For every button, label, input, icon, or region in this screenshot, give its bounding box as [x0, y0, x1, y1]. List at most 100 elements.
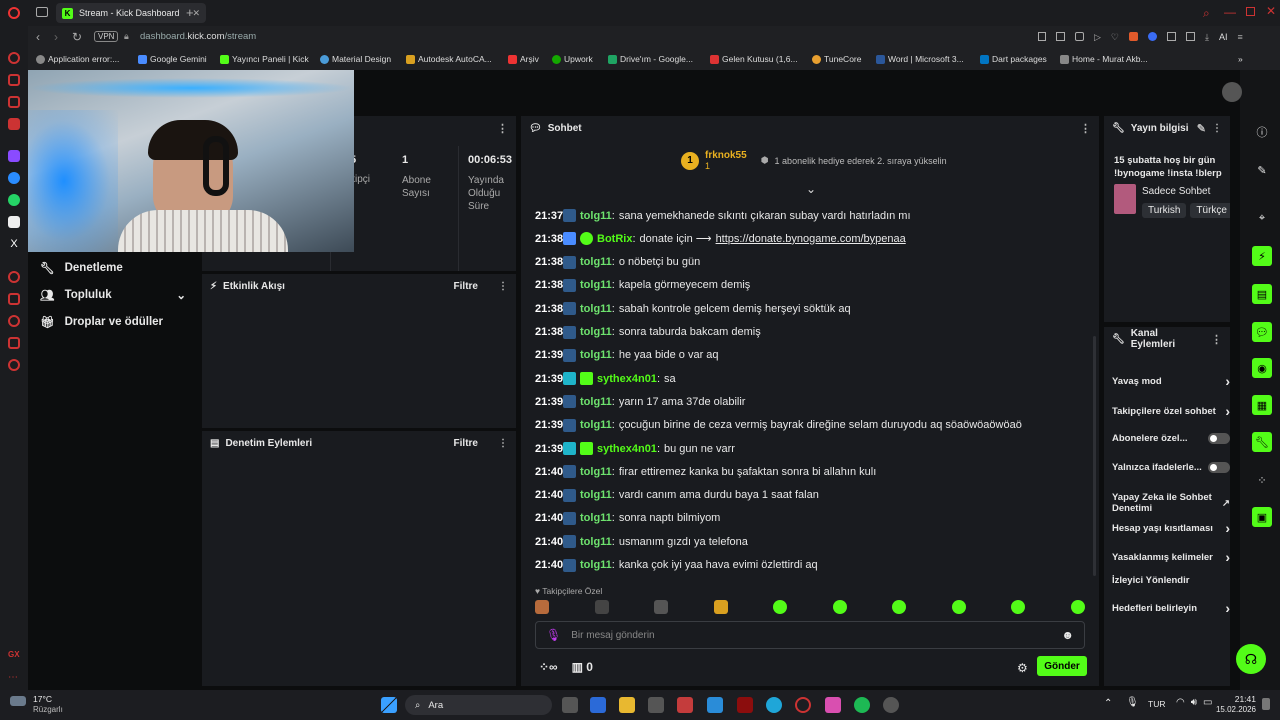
info-icon[interactable]: ⓘ — [1252, 122, 1272, 142]
channel-action-item[interactable]: Hesap yaşı kısıtlaması › — [1112, 520, 1230, 536]
emote[interactable] — [594, 600, 609, 614]
channel-action-item[interactable]: Yalnızca ifadelerle... — [1112, 462, 1230, 473]
nav-topluluk[interactable]: 👥︎ Topluluk ⌄ — [40, 288, 186, 302]
channel-action-item[interactable]: Yavaş mod › — [1112, 373, 1230, 389]
message-username[interactable]: BotRix — [597, 233, 632, 245]
copilot-icon[interactable] — [825, 697, 841, 713]
bookmark-item[interactable]: Drive'ım - Google... — [608, 54, 693, 64]
tab-stream-kick[interactable]: K Stream - Kick Dashboard ✕ — [56, 3, 206, 23]
support-button[interactable]: ☊ — [1236, 644, 1266, 674]
channel-action-item[interactable]: Yapay Zeka ile Sohbet Denetimi ↗ — [1112, 492, 1230, 514]
emote[interactable] — [832, 600, 847, 614]
wrench-icon[interactable]: 🔧︎ — [1252, 432, 1272, 452]
sidebar-app-icon[interactable] — [8, 271, 20, 283]
channel-action-item[interactable]: Abonelere özel... — [1112, 433, 1230, 444]
messenger-icon[interactable] — [8, 172, 20, 184]
more-options-icon[interactable]: ⋮ — [1212, 123, 1222, 134]
url-field[interactable]: dashboard.kick.com/stream — [140, 31, 256, 42]
users-icon[interactable]: ⁘ — [1252, 470, 1272, 490]
whatsapp-icon[interactable] — [8, 194, 20, 206]
tag-chip[interactable]: Turkish — [1142, 203, 1187, 218]
nav-droplar[interactable]: 🎁︎ Droplar ve ödüller — [40, 315, 163, 329]
message-username[interactable]: tolg11 — [580, 303, 612, 315]
chat-icon[interactable]: 💬︎ — [1252, 322, 1272, 342]
bookmarks-overflow-icon[interactable]: » — [1238, 54, 1243, 64]
toggle-switch[interactable] — [1208, 433, 1230, 444]
bookmark-item[interactable]: TuneCore — [812, 54, 861, 64]
bookmark-item[interactable]: Dart packages — [980, 54, 1047, 64]
filter-button[interactable]: Filtre — [454, 281, 478, 292]
webcam-overlay[interactable] — [28, 70, 354, 252]
emote[interactable] — [654, 600, 669, 614]
scrollbar[interactable] — [1093, 336, 1096, 576]
users-infinity-icon[interactable]: ⁘∞ — [539, 660, 558, 674]
points-display[interactable]: ▥ 0 — [572, 660, 593, 674]
sidebar-app-icon[interactable] — [8, 52, 20, 64]
history-icon[interactable] — [8, 315, 20, 327]
bookmark-item[interactable]: Arşiv — [508, 54, 539, 64]
menu-icon[interactable]: ≡ — [1238, 32, 1243, 43]
more-options-icon[interactable]: ⋮ — [1080, 122, 1091, 135]
pinned-gift-banner[interactable]: 1 frknok55 1 ⬢ 1 abonelik hediye ederek 2… — [681, 150, 947, 171]
app-icon[interactable] — [648, 697, 664, 713]
more-options-icon[interactable]: ⋮ — [1211, 333, 1222, 346]
emoji-icon[interactable]: ☻ — [1061, 628, 1074, 642]
app-icon[interactable] — [677, 697, 693, 713]
message-username[interactable]: tolg11 — [580, 536, 612, 548]
vscode-icon[interactable] — [707, 697, 723, 713]
weather-temp[interactable]: 17°C — [33, 694, 52, 704]
minimize-icon[interactable]: — — [1224, 5, 1236, 19]
channel-action-item[interactable]: İzleyici Yönlendir — [1112, 575, 1230, 586]
gx-icon[interactable]: GX — [8, 650, 20, 662]
bookmark-item[interactable]: Yayıncı Paneli | Kick — [220, 54, 309, 64]
system-tray[interactable]: ◠ 🔊︎ ▭ — [1176, 697, 1213, 708]
cube-icon[interactable] — [1186, 32, 1195, 41]
lightning-icon[interactable]: ⚡︎ — [1252, 246, 1272, 266]
download-icon[interactable]: ⤓ — [1205, 32, 1209, 43]
emote[interactable] — [1070, 600, 1085, 614]
message-username[interactable]: tolg11 — [580, 349, 612, 361]
extension-icon[interactable] — [1129, 32, 1138, 41]
bookmark-item[interactable]: Upwork — [552, 54, 593, 64]
puzzle-icon[interactable] — [1167, 32, 1176, 41]
extension-icon[interactable] — [1148, 32, 1157, 41]
vpn-badge[interactable]: VPN — [94, 31, 119, 42]
bookmark-item[interactable]: Gelen Kutusu (1,6... — [710, 54, 798, 64]
back-icon[interactable]: ‹ — [36, 30, 40, 44]
edge-icon[interactable] — [766, 697, 782, 713]
edit-icon[interactable]: ✎ — [1252, 160, 1272, 180]
app-icon[interactable] — [737, 697, 753, 713]
toggle-switch[interactable] — [1208, 462, 1230, 473]
emote[interactable] — [892, 600, 907, 614]
game-icon[interactable]: ▣ — [1252, 507, 1272, 527]
search-icon[interactable]: ⌕ — [1203, 6, 1210, 21]
message-link[interactable]: https://donate.bynogame.com/bypenaa — [716, 233, 906, 245]
channel-action-item[interactable]: Hedefleri belirleyin › — [1112, 600, 1230, 616]
task-view-icon[interactable] — [562, 697, 578, 713]
language-indicator[interactable]: TUR — [1148, 699, 1165, 709]
maximize-icon[interactable] — [1246, 7, 1255, 16]
category-name[interactable]: Sadece Sohbet — [1142, 186, 1210, 197]
message-username[interactable]: sythex4n01 — [597, 443, 657, 455]
more-options-icon[interactable]: ⋮ — [498, 438, 508, 449]
tiktok-icon[interactable] — [8, 216, 20, 228]
snapshot-icon[interactable] — [1056, 32, 1065, 41]
send-button[interactable]: Gönder — [1037, 656, 1087, 676]
broadcast-icon[interactable]: ◉ — [1252, 358, 1272, 378]
more-icon[interactable]: ⋯ — [8, 672, 20, 684]
app-icon[interactable] — [590, 697, 606, 713]
spotify-icon[interactable] — [854, 697, 870, 713]
microphone-icon[interactable]: 🎙︎ — [546, 628, 561, 642]
emote[interactable] — [713, 600, 728, 614]
message-username[interactable]: tolg11 — [580, 559, 612, 571]
notification-icon[interactable] — [1262, 698, 1270, 710]
more-options-icon[interactable]: ⋮ — [497, 122, 508, 135]
message-username[interactable]: tolg11 — [580, 210, 612, 222]
chevron-down-icon[interactable]: ⌄ — [806, 182, 816, 196]
shield-icon[interactable] — [1075, 32, 1084, 41]
emote[interactable] — [535, 600, 549, 614]
close-window-icon[interactable]: ✕ — [1266, 4, 1276, 18]
edit-icon[interactable]: ✎ — [1197, 122, 1206, 135]
x-icon[interactable]: X — [8, 238, 20, 250]
gear-icon[interactable]: ⚙︎ — [1017, 661, 1028, 675]
